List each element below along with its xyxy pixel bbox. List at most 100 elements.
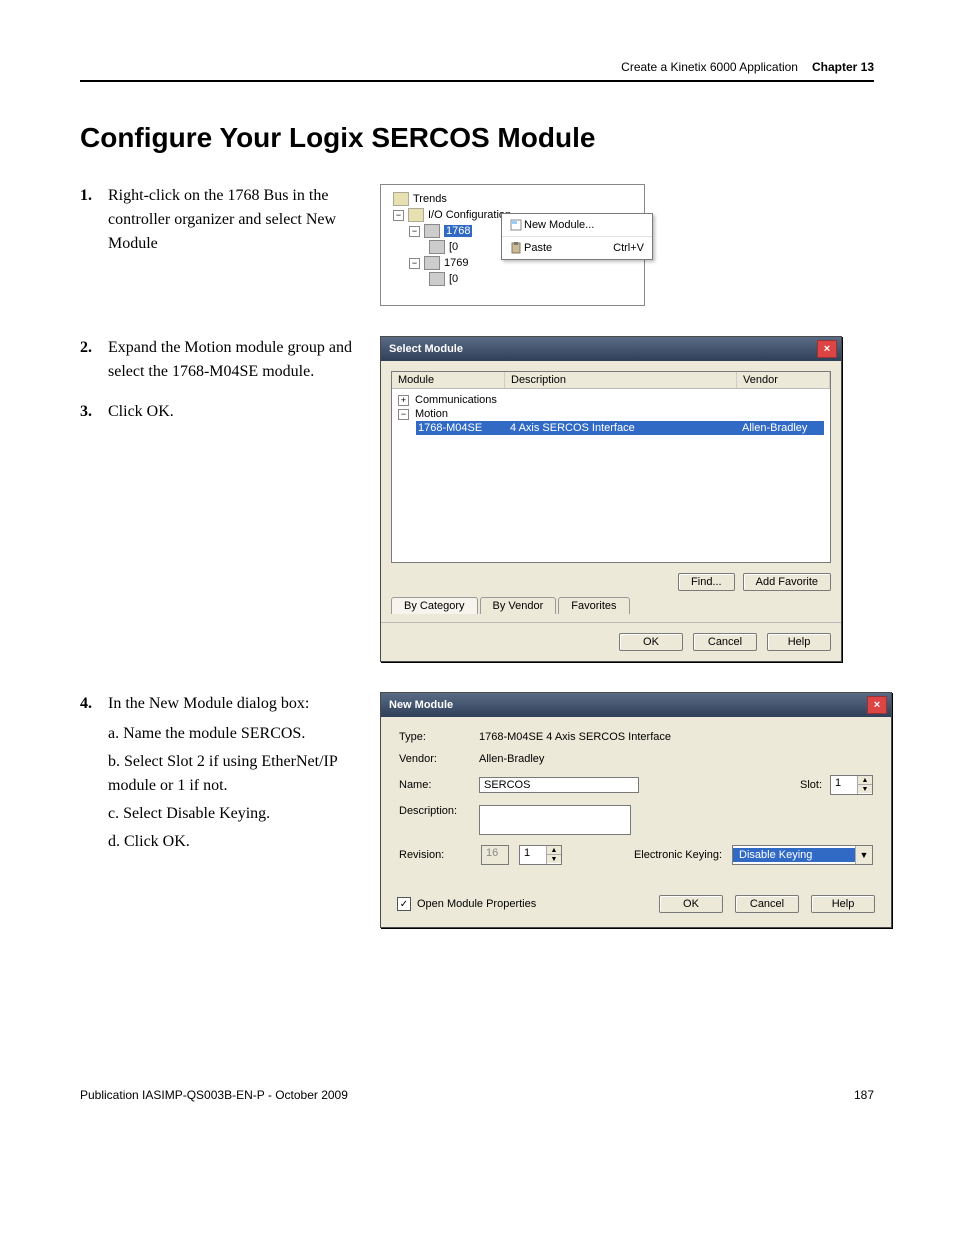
- revision-minor-stepper[interactable]: 1 ▲ ▼: [519, 845, 562, 865]
- substep-d: d. Click OK.: [108, 830, 360, 854]
- expand-icon[interactable]: +: [398, 395, 409, 406]
- tab-by-vendor[interactable]: By Vendor: [480, 597, 557, 614]
- electronic-keying-select[interactable]: Disable Keying ▼: [732, 845, 873, 865]
- revision-major-stepper: 16: [481, 845, 509, 865]
- slot-value: 1: [831, 776, 857, 794]
- new-module-dialog: New Module × Type: 1768-M04SE 4 Axis SER…: [380, 692, 892, 928]
- module-icon: [429, 272, 445, 286]
- module-item-1768-m04se[interactable]: 1768-M04SE 4 Axis SERCOS Interface Allen…: [416, 421, 824, 435]
- close-icon[interactable]: ×: [817, 340, 837, 358]
- type-value: 1768-M04SE 4 Axis SERCOS Interface: [479, 731, 671, 743]
- context-menu: New Module... Paste Ctrl+V: [501, 213, 653, 260]
- group-communications[interactable]: + Communications: [398, 393, 824, 407]
- controller-organizer-tree: Trends − I/O Configuration − 1768 [0: [380, 184, 645, 306]
- tree-node-trends[interactable]: Trends: [385, 191, 640, 207]
- paste-icon: [508, 241, 524, 255]
- tree-label: I/O Configuration: [428, 209, 511, 221]
- tree-node-slot0b[interactable]: [0: [385, 271, 640, 287]
- open-properties-checkbox[interactable]: ✓: [397, 897, 411, 911]
- step-number: 1.: [80, 184, 108, 256]
- substep-c: c. Select Disable Keying.: [108, 802, 360, 826]
- step-text: Expand the Motion module group and selec…: [108, 336, 360, 384]
- step-text: In the New Module dialog box:: [108, 695, 309, 712]
- bus-icon: [424, 256, 440, 270]
- page-number: 187: [854, 1088, 874, 1102]
- revision-major: 16: [482, 846, 508, 864]
- column-module[interactable]: Module: [392, 372, 505, 388]
- module-icon: [429, 240, 445, 254]
- group-label: Communications: [415, 394, 503, 406]
- dialog-title: Select Module: [389, 343, 817, 355]
- help-button[interactable]: Help: [811, 895, 875, 913]
- dialog-titlebar: Select Module ×: [381, 337, 841, 361]
- breadcrumb: Create a Kinetix 6000 Application: [621, 60, 798, 74]
- vendor-label: Vendor:: [399, 753, 471, 765]
- step-number: 2.: [80, 336, 108, 384]
- slot-label: Slot:: [800, 779, 822, 791]
- column-vendor[interactable]: Vendor: [737, 372, 830, 388]
- tree-label: Trends: [413, 193, 447, 205]
- spin-down-icon[interactable]: ▼: [858, 785, 872, 793]
- open-properties-label: Open Module Properties: [417, 898, 536, 910]
- add-favorite-button[interactable]: Add Favorite: [743, 573, 831, 591]
- tree-label: [0: [449, 241, 458, 253]
- tree-label: [0: [449, 273, 458, 285]
- ctx-label: New Module...: [524, 219, 644, 231]
- tree-label: 1768: [444, 225, 472, 237]
- ctx-accel: Ctrl+V: [613, 242, 644, 254]
- page-footer: Publication IASIMP-QS003B-EN-P - October…: [80, 1088, 874, 1102]
- electronic-keying-value: Disable Keying: [733, 848, 855, 862]
- page-header: Create a Kinetix 6000 Application Chapte…: [80, 60, 874, 82]
- module-desc: 4 Axis SERCOS Interface: [510, 422, 738, 434]
- column-description[interactable]: Description: [505, 372, 737, 388]
- step-number: 4.: [80, 692, 108, 858]
- page-title: Configure Your Logix SERCOS Module: [80, 122, 874, 154]
- tab-by-category[interactable]: By Category: [391, 597, 478, 614]
- module-list: Module Description Vendor + Communicatio…: [391, 371, 831, 563]
- find-button[interactable]: Find...: [678, 573, 735, 591]
- folder-icon: [393, 192, 409, 206]
- type-label: Type:: [399, 731, 471, 743]
- vendor-value: Allen-Bradley: [479, 753, 544, 765]
- description-label: Description:: [399, 805, 471, 817]
- substep-a: a. Name the module SERCOS.: [108, 722, 360, 746]
- folder-icon: [408, 208, 424, 222]
- new-module-icon: [508, 218, 524, 232]
- ctx-new-module[interactable]: New Module...: [502, 214, 652, 237]
- step-text: Click OK.: [108, 400, 360, 424]
- collapse-icon[interactable]: −: [409, 226, 420, 237]
- ctx-label: Paste: [524, 242, 613, 254]
- step-text: Right-click on the 1768 Bus in the contr…: [108, 184, 360, 256]
- collapse-icon[interactable]: −: [398, 409, 409, 420]
- ctx-paste[interactable]: Paste Ctrl+V: [502, 237, 652, 259]
- revision-minor: 1: [520, 846, 546, 864]
- cancel-button[interactable]: Cancel: [693, 633, 757, 651]
- electronic-keying-label: Electronic Keying:: [634, 849, 722, 861]
- name-label: Name:: [399, 779, 471, 791]
- slot-stepper[interactable]: 1 ▲ ▼: [830, 775, 873, 795]
- category-tabs: By Category By Vendor Favorites: [391, 597, 831, 614]
- publication-id: Publication IASIMP-QS003B-EN-P - October…: [80, 1088, 348, 1102]
- bus-icon: [424, 224, 440, 238]
- close-icon[interactable]: ×: [867, 696, 887, 714]
- description-field[interactable]: [479, 805, 631, 835]
- collapse-icon[interactable]: −: [393, 210, 404, 221]
- help-button[interactable]: Help: [767, 633, 831, 651]
- tree-label: 1769: [444, 257, 468, 269]
- module-vendor: Allen-Bradley: [742, 422, 822, 434]
- group-motion[interactable]: − Motion: [398, 407, 824, 421]
- tab-favorites[interactable]: Favorites: [558, 597, 629, 614]
- group-label: Motion: [415, 408, 503, 420]
- ok-button[interactable]: OK: [619, 633, 683, 651]
- name-field[interactable]: [479, 777, 639, 793]
- spin-up-icon[interactable]: ▲: [858, 776, 872, 785]
- dropdown-arrow-icon[interactable]: ▼: [855, 846, 872, 864]
- spin-up-icon[interactable]: ▲: [547, 846, 561, 855]
- dialog-title: New Module: [389, 699, 867, 711]
- dialog-titlebar: New Module ×: [381, 693, 891, 717]
- collapse-icon[interactable]: −: [409, 258, 420, 269]
- revision-label: Revision:: [399, 849, 471, 861]
- ok-button[interactable]: OK: [659, 895, 723, 913]
- spin-down-icon[interactable]: ▼: [547, 855, 561, 863]
- cancel-button[interactable]: Cancel: [735, 895, 799, 913]
